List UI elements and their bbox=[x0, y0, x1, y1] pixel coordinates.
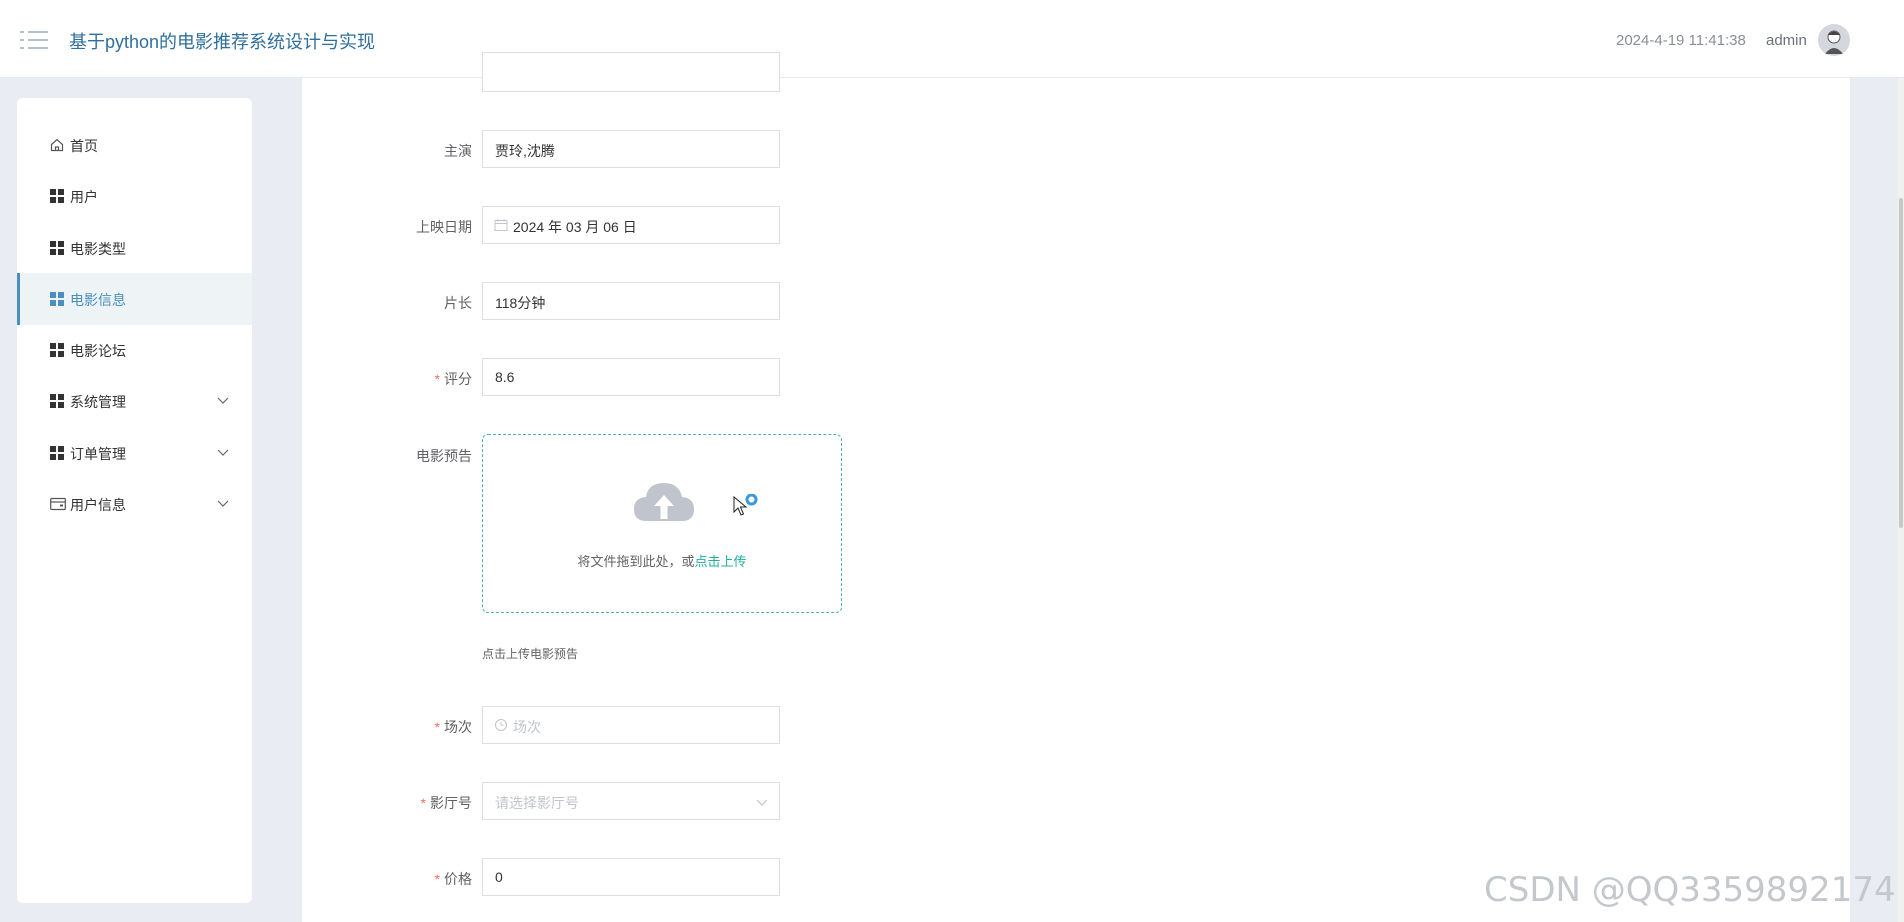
grid-icon bbox=[50, 241, 64, 255]
page-scrollbar-thumb[interactable] bbox=[1899, 198, 1903, 528]
price-input[interactable]: 0 bbox=[482, 858, 780, 896]
sidebar-item-label: 电影论坛 bbox=[70, 343, 126, 359]
sidebar-item-label: 电影类型 bbox=[70, 241, 126, 257]
chevron-down-icon bbox=[217, 449, 229, 456]
clock-icon bbox=[495, 719, 507, 731]
sidebar-item-label: 系统管理 bbox=[70, 394, 126, 410]
header-datetime: 2024-4-19 11:41:38 bbox=[1616, 32, 1746, 49]
sidebar-item-label: 首页 bbox=[70, 138, 98, 154]
release-date-value: 2024 年 03 月 06 日 bbox=[513, 219, 637, 235]
price-label: * 价格 bbox=[434, 871, 472, 887]
top-header: 基于python的电影推荐系统设计与实现 2024-4-19 11:41:38 … bbox=[0, 0, 1904, 78]
sidebar: 首页 用户 电影类型 电影信息 电影论坛 系统管理 订单管理 用户信息 bbox=[17, 98, 252, 903]
cast-value: 贾玲,沈腾 bbox=[495, 143, 555, 159]
sidebar-item-movie-info[interactable]: 电影信息 bbox=[17, 273, 252, 325]
required-mark: * bbox=[434, 871, 440, 887]
sidebar-item-label: 订单管理 bbox=[70, 446, 126, 462]
required-mark: * bbox=[434, 371, 440, 387]
sidebar-item-label: 用户信息 bbox=[70, 497, 126, 513]
required-mark: * bbox=[420, 795, 426, 811]
duration-label: 片长 bbox=[444, 295, 472, 311]
clipped-field[interactable] bbox=[482, 52, 780, 92]
wallet-icon bbox=[50, 497, 66, 511]
price-value: 0 bbox=[495, 869, 503, 885]
release-date-picker[interactable]: 2024 年 03 月 06 日 bbox=[482, 206, 780, 244]
session-label: * 场次 bbox=[434, 719, 472, 735]
grid-icon bbox=[50, 189, 64, 203]
hall-select[interactable]: 请选择影厅号 bbox=[482, 782, 780, 820]
session-time-picker[interactable]: 场次 bbox=[482, 706, 780, 744]
grid-icon bbox=[50, 446, 64, 460]
trailer-label: 电影预告 bbox=[416, 448, 472, 464]
calendar-icon bbox=[494, 219, 508, 231]
hall-label: * 影厅号 bbox=[420, 795, 472, 811]
required-mark: * bbox=[434, 719, 440, 735]
click-upload-link[interactable]: 点击上传 bbox=[695, 554, 747, 569]
sidebar-item-users[interactable]: 用户 bbox=[17, 170, 252, 222]
rating-label: * 评分 bbox=[434, 371, 472, 387]
chevron-down-icon bbox=[756, 799, 768, 806]
header-username[interactable]: admin bbox=[1766, 32, 1807, 49]
trailer-upload-dropzone[interactable]: 将文件拖到此处，或点击上传 bbox=[482, 434, 842, 613]
mouse-cursor-icon bbox=[733, 494, 758, 516]
chevron-down-icon bbox=[217, 500, 229, 507]
cast-label: 主演 bbox=[444, 143, 472, 159]
sidebar-item-movie-forum[interactable]: 电影论坛 bbox=[17, 324, 252, 376]
grid-icon bbox=[50, 292, 64, 306]
home-icon bbox=[50, 138, 64, 152]
hall-placeholder: 请选择影厅号 bbox=[495, 795, 579, 811]
upload-instructions: 将文件拖到此处，或点击上传 bbox=[577, 554, 747, 569]
chevron-down-icon bbox=[217, 397, 229, 404]
rating-input[interactable]: 8.6 bbox=[482, 358, 780, 396]
session-placeholder: 场次 bbox=[513, 719, 541, 735]
sidebar-item-user-info[interactable]: 用户信息 bbox=[17, 478, 252, 530]
upload-tip: 点击上传电影预告 bbox=[482, 647, 579, 661]
sidebar-item-label: 用户 bbox=[70, 189, 98, 205]
sidebar-item-order-management[interactable]: 订单管理 bbox=[17, 427, 252, 479]
rating-value: 8.6 bbox=[495, 369, 515, 385]
watermark: CSDN @QQ3359892174 bbox=[1484, 870, 1896, 910]
grid-icon bbox=[50, 343, 64, 357]
sidebar-item-label: 电影信息 bbox=[70, 292, 126, 308]
cast-input[interactable]: 贾玲,沈腾 bbox=[482, 130, 780, 168]
duration-input[interactable]: 118分钟 bbox=[482, 282, 780, 320]
grid-icon bbox=[50, 394, 64, 408]
sidebar-item-system-management[interactable]: 系统管理 bbox=[17, 375, 252, 427]
sidebar-item-movie-types[interactable]: 电影类型 bbox=[17, 222, 252, 274]
upload-cloud-icon bbox=[634, 483, 694, 521]
avatar[interactable] bbox=[1818, 24, 1850, 56]
menu-toggle-icon[interactable] bbox=[20, 28, 48, 52]
app-title: 基于python的电影推荐系统设计与实现 bbox=[69, 32, 376, 52]
release-date-label: 上映日期 bbox=[416, 219, 472, 235]
duration-value: 118分钟 bbox=[495, 295, 546, 311]
sidebar-item-home[interactable]: 首页 bbox=[17, 119, 252, 171]
